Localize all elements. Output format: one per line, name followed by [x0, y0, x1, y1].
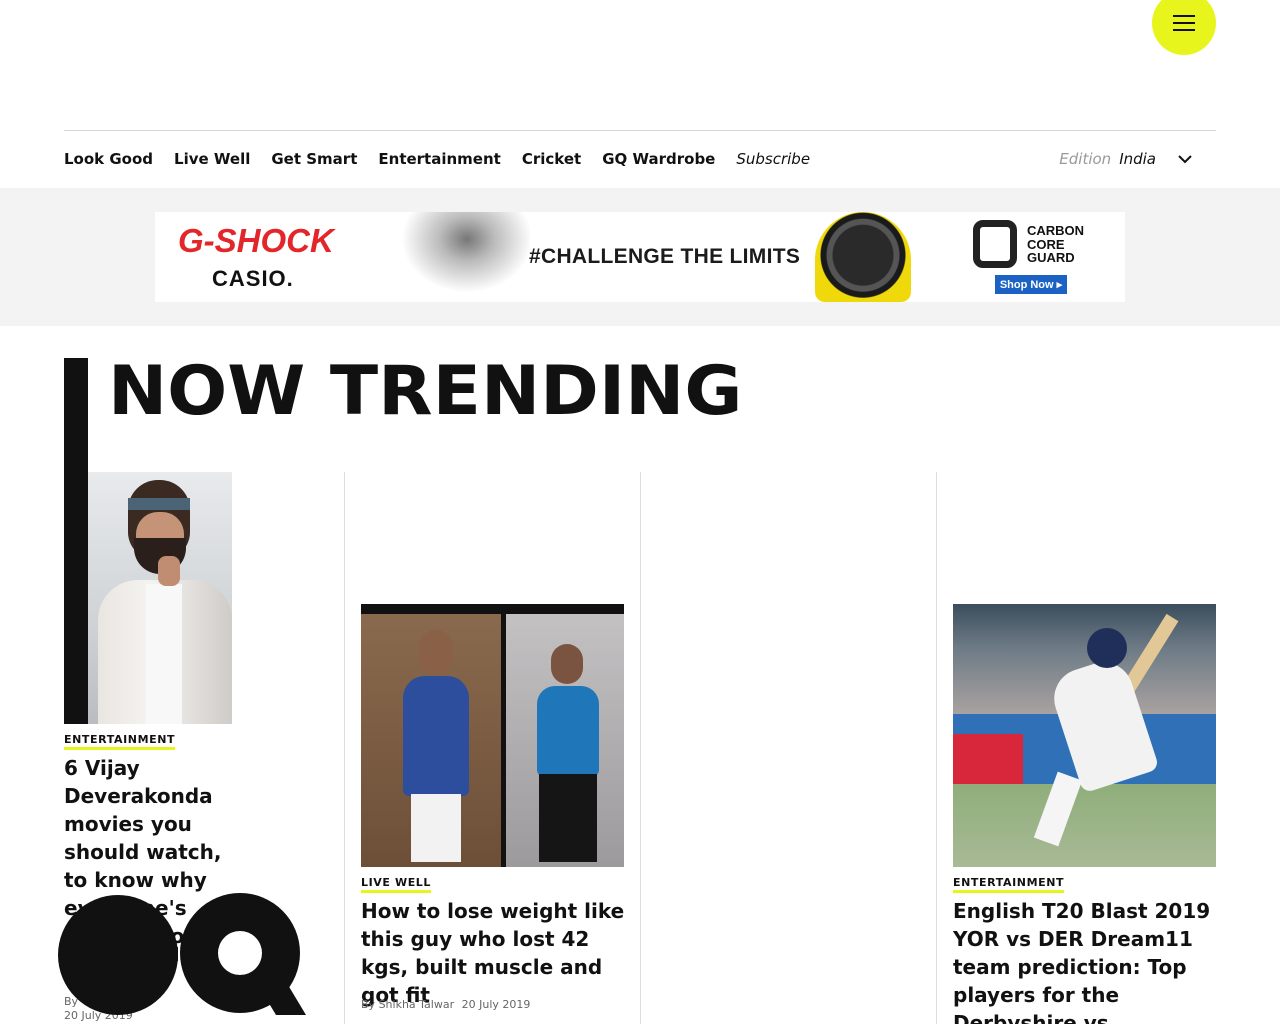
article-author[interactable]: Shikha Talwar: [379, 998, 455, 1011]
article-thumbnail[interactable]: [953, 604, 1216, 867]
nav-item-gq-wardrobe[interactable]: GQ Wardrobe: [602, 150, 715, 168]
gshock-banner-ad[interactable]: G-SHOCK CASIO. #CHALLENGE THE LIMITS CAR…: [155, 212, 1125, 302]
article-category[interactable]: ENTERTAINMENT: [953, 877, 1065, 893]
site-header: Look Good Live Well Get Smart Entertainm…: [0, 0, 1280, 188]
ad-watch-image: [815, 212, 911, 302]
article-headline[interactable]: How to lose weight like this guy who los…: [361, 897, 631, 1009]
column-divider: [344, 472, 345, 1024]
article-headline[interactable]: English T20 Blast 2019 YOR vs DER Dream1…: [953, 897, 1215, 1024]
article-date: 20 July 2019: [461, 998, 531, 1011]
trending-accent-bar: [64, 358, 88, 724]
ad-brand-primary: G-SHOCK: [178, 222, 334, 259]
carbon-core-logo-icon: [973, 220, 1017, 268]
edition-selector[interactable]: Edition India: [1059, 131, 1192, 187]
column-divider: [640, 472, 641, 1024]
main-nav: Look Good Live Well Get Smart Entertainm…: [64, 131, 1216, 187]
section-title: NOW TRENDING: [108, 352, 743, 431]
nav-item-entertainment[interactable]: Entertainment: [378, 150, 500, 168]
nav-item-get-smart[interactable]: Get Smart: [271, 150, 357, 168]
edition-value[interactable]: India: [1119, 150, 1156, 168]
ad-tagline: #CHALLENGE THE LIMITS: [529, 245, 801, 268]
hamburger-menu-icon: [1173, 15, 1195, 31]
nav-item-look-good[interactable]: Look Good: [64, 150, 153, 168]
article-thumbnail[interactable]: [361, 604, 624, 867]
article-category[interactable]: ENTERTAINMENT: [64, 734, 176, 750]
menu-button[interactable]: [1152, 0, 1216, 55]
nav-item-live-well[interactable]: Live Well: [174, 150, 250, 168]
chevron-down-icon[interactable]: [1178, 154, 1192, 164]
article-byline: By Shikha Talwar 20 July 2019: [361, 998, 530, 1011]
ad-brand-secondary: CASIO.: [212, 266, 294, 291]
gq-logo[interactable]: [56, 893, 306, 1017]
nav-subscribe-link[interactable]: Subscribe: [736, 150, 810, 168]
article-category[interactable]: LIVE WELL: [361, 877, 432, 893]
ad-model-image: [390, 212, 530, 302]
article-thumbnail[interactable]: [88, 472, 232, 724]
ad-feature-text: CARBON CORE GUARD: [1027, 223, 1085, 265]
column-divider: [936, 472, 937, 1024]
ad-band: G-SHOCK CASIO. #CHALLENGE THE LIMITS CAR…: [0, 188, 1280, 326]
byline-prefix: By: [361, 998, 376, 1011]
ad-shop-now-button[interactable]: Shop Now ▸: [995, 275, 1067, 294]
nav-item-cricket[interactable]: Cricket: [522, 150, 581, 168]
edition-label: Edition: [1059, 150, 1112, 168]
